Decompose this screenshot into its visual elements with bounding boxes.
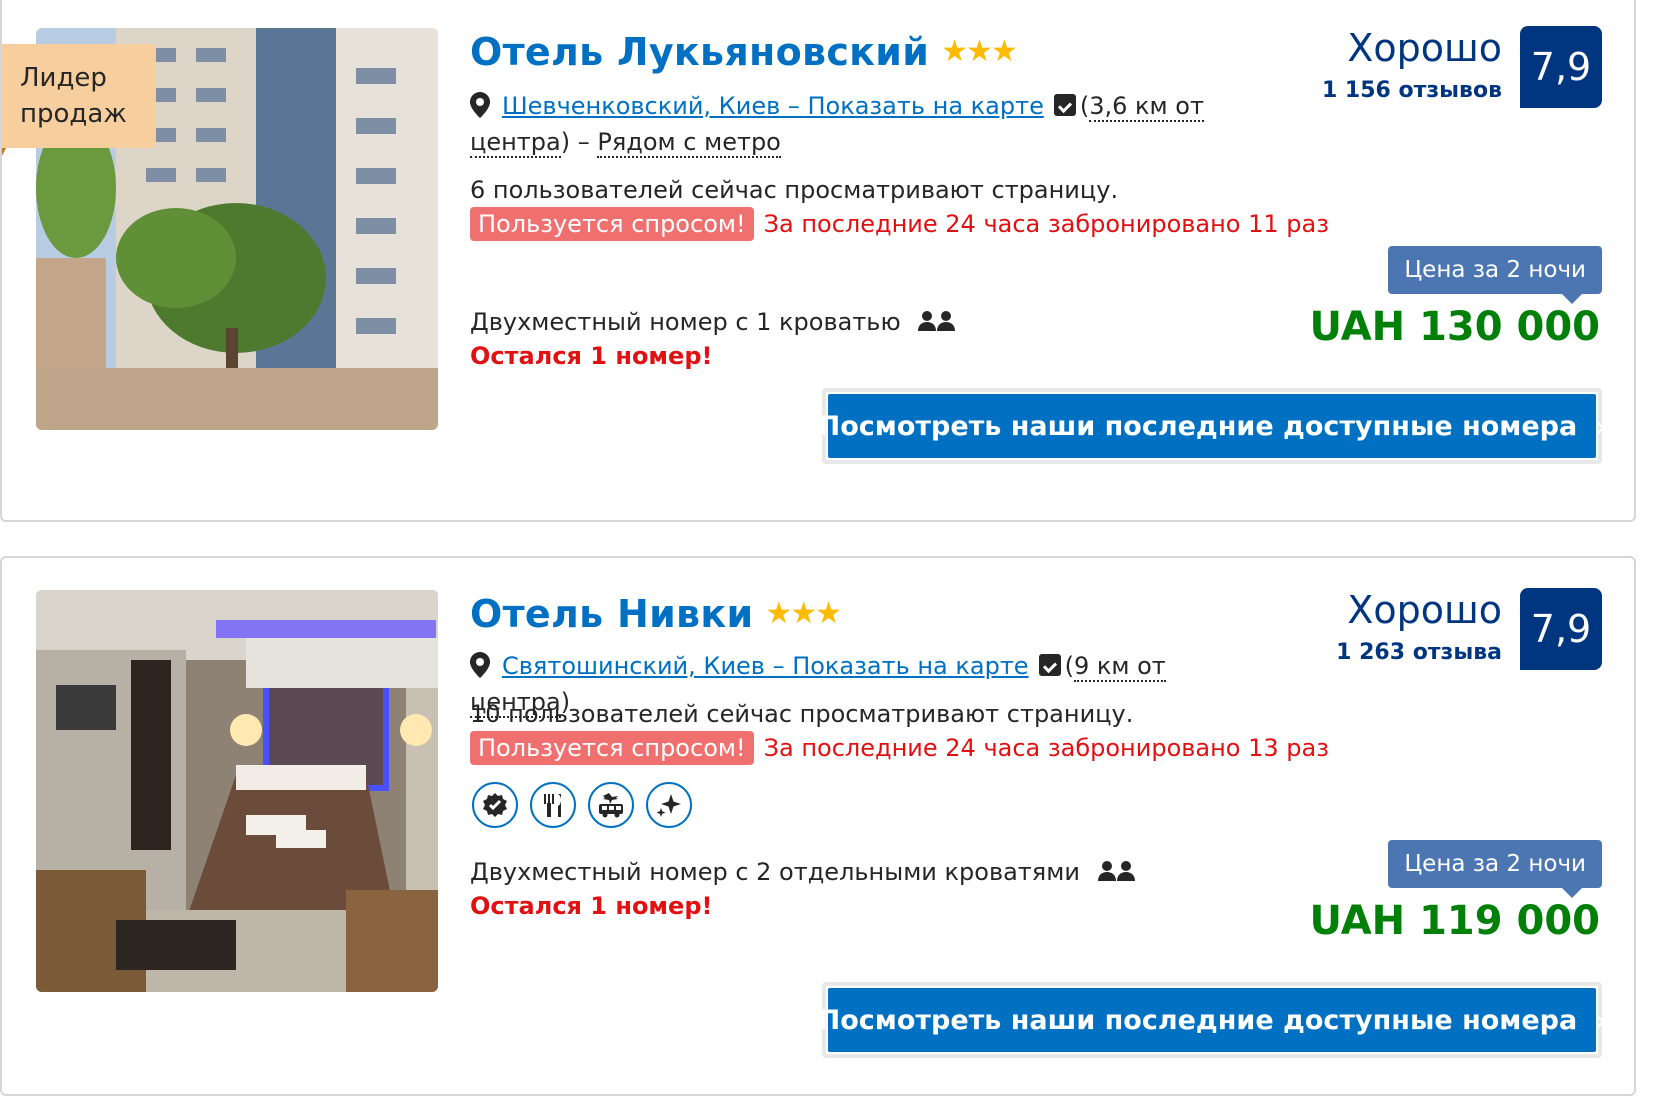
distance-text: 3,6 км от <box>1089 92 1204 122</box>
reviews-count[interactable]: 1 156 отзывов <box>1322 78 1502 103</box>
bookings-count-text: За последние 24 часа забронировано 13 ра… <box>763 734 1329 762</box>
chevron-right-icon: › <box>1595 409 1607 443</box>
hotel-title-row: Отель Нивки ★★★ <box>470 592 842 636</box>
map-check-icon <box>1053 94 1076 116</box>
distance-separator: ) – <box>560 128 598 156</box>
verified-badge-icon[interactable] <box>472 782 518 828</box>
in-demand-badge: Пользуется спросом! <box>470 207 754 241</box>
see-rooms-button[interactable]: Посмотреть наши последние доступные номе… <box>818 982 1606 1058</box>
star-rating-icon: ★★★ <box>941 34 1018 69</box>
hotel-name-link[interactable]: Отель Лукьяновский <box>470 30 929 74</box>
review-score-word: Хорошо <box>1347 588 1502 632</box>
review-score-word: Хорошо <box>1347 26 1502 70</box>
room-type-row: Двухместный номер с 1 кроватью <box>470 308 956 336</box>
cleaning-sparkle-icon[interactable] <box>646 782 692 828</box>
facilities-row <box>472 782 712 832</box>
see-rooms-button-label: Посмотреть наши последние доступные номе… <box>817 1004 1578 1036</box>
price-nights-label: Цена за 2 ночи <box>1388 246 1602 304</box>
map-pin-icon <box>470 652 490 678</box>
two-persons-icon <box>918 311 956 331</box>
hotel-card: Отель Нивки ★★★ Святошинский, Киев – Пока… <box>0 556 1636 1096</box>
room-type-text: Двухместный номер с 2 отдельными кроватя… <box>470 858 1080 886</box>
see-rooms-button[interactable]: Посмотреть наши последние доступные номе… <box>818 388 1606 464</box>
viewers-count-text: 10 пользователей сейчас просматривают ст… <box>470 700 1134 728</box>
see-rooms-button-inner[interactable]: Посмотреть наши последние доступные номе… <box>818 988 1606 1052</box>
viewers-count-text: 6 пользователей сейчас просматривают стр… <box>470 176 1119 204</box>
price-nights-label: Цена за 2 ночи <box>1388 840 1602 898</box>
map-check-icon <box>1038 654 1061 676</box>
hotel-title-row: Отель Лукьяновский ★★★ <box>470 30 1018 74</box>
bestseller-ribbon: Лидер продаж <box>2 44 156 156</box>
hotel-room-photo-image <box>36 590 438 992</box>
ribbon-line-2: продаж <box>20 99 127 129</box>
rooms-left-text: Остался 1 номер! <box>470 892 713 920</box>
distance-text-center: центра <box>470 128 561 158</box>
room-type-row: Двухместный номер с 2 отдельными кроватя… <box>470 858 1136 886</box>
chevron-right-icon: › <box>1595 1003 1607 1037</box>
demand-row: Пользуется спросом! За последние 24 часа … <box>470 731 1329 765</box>
ribbon-line-1: Лидер <box>20 63 107 93</box>
see-rooms-button-inner[interactable]: Посмотреть наши последние доступные номе… <box>818 394 1606 458</box>
review-score-badge[interactable]: 7,9 <box>1520 26 1602 108</box>
hotel-card: Лидер продаж Отель Лукьяновский ★★★ Шевче… <box>0 0 1636 522</box>
hotel-photo[interactable] <box>36 590 438 992</box>
restaurant-icon[interactable] <box>530 782 576 828</box>
bookings-count-text: За последние 24 часа забронировано 11 ра… <box>763 210 1329 238</box>
room-type-text: Двухместный номер с 1 кроватью <box>470 308 901 336</box>
map-pin-icon <box>470 92 490 118</box>
show-on-map-link[interactable]: Шевченковский, Киев – Показать на карте <box>502 92 1044 120</box>
two-persons-icon <box>1097 861 1135 881</box>
price-value: UAH 119 000 <box>1309 898 1600 944</box>
distance-paren-open: ( <box>1079 92 1090 120</box>
price-value: UAH 130 000 <box>1309 304 1600 350</box>
location-line: Шевченковский, Киев – Показать на карте (… <box>470 88 1230 160</box>
in-demand-badge: Пользуется спросом! <box>470 731 754 765</box>
see-rooms-button-label: Посмотреть наши последние доступные номе… <box>817 410 1578 442</box>
star-rating-icon: ★★★ <box>765 596 842 631</box>
reviews-count[interactable]: 1 263 отзыва <box>1336 640 1502 665</box>
rooms-left-text: Остался 1 номер! <box>470 342 713 370</box>
airport-shuttle-icon[interactable] <box>588 782 634 828</box>
metro-nearby-label: Рядом с метро <box>597 128 781 158</box>
review-score-badge[interactable]: 7,9 <box>1520 588 1602 670</box>
show-on-map-link[interactable]: Святошинский, Киев – Показать на карте <box>502 652 1029 680</box>
demand-row: Пользуется спросом! За последние 24 часа … <box>470 207 1329 241</box>
distance-paren-open: ( <box>1064 652 1074 680</box>
hotel-name-link[interactable]: Отель Нивки <box>470 592 753 636</box>
